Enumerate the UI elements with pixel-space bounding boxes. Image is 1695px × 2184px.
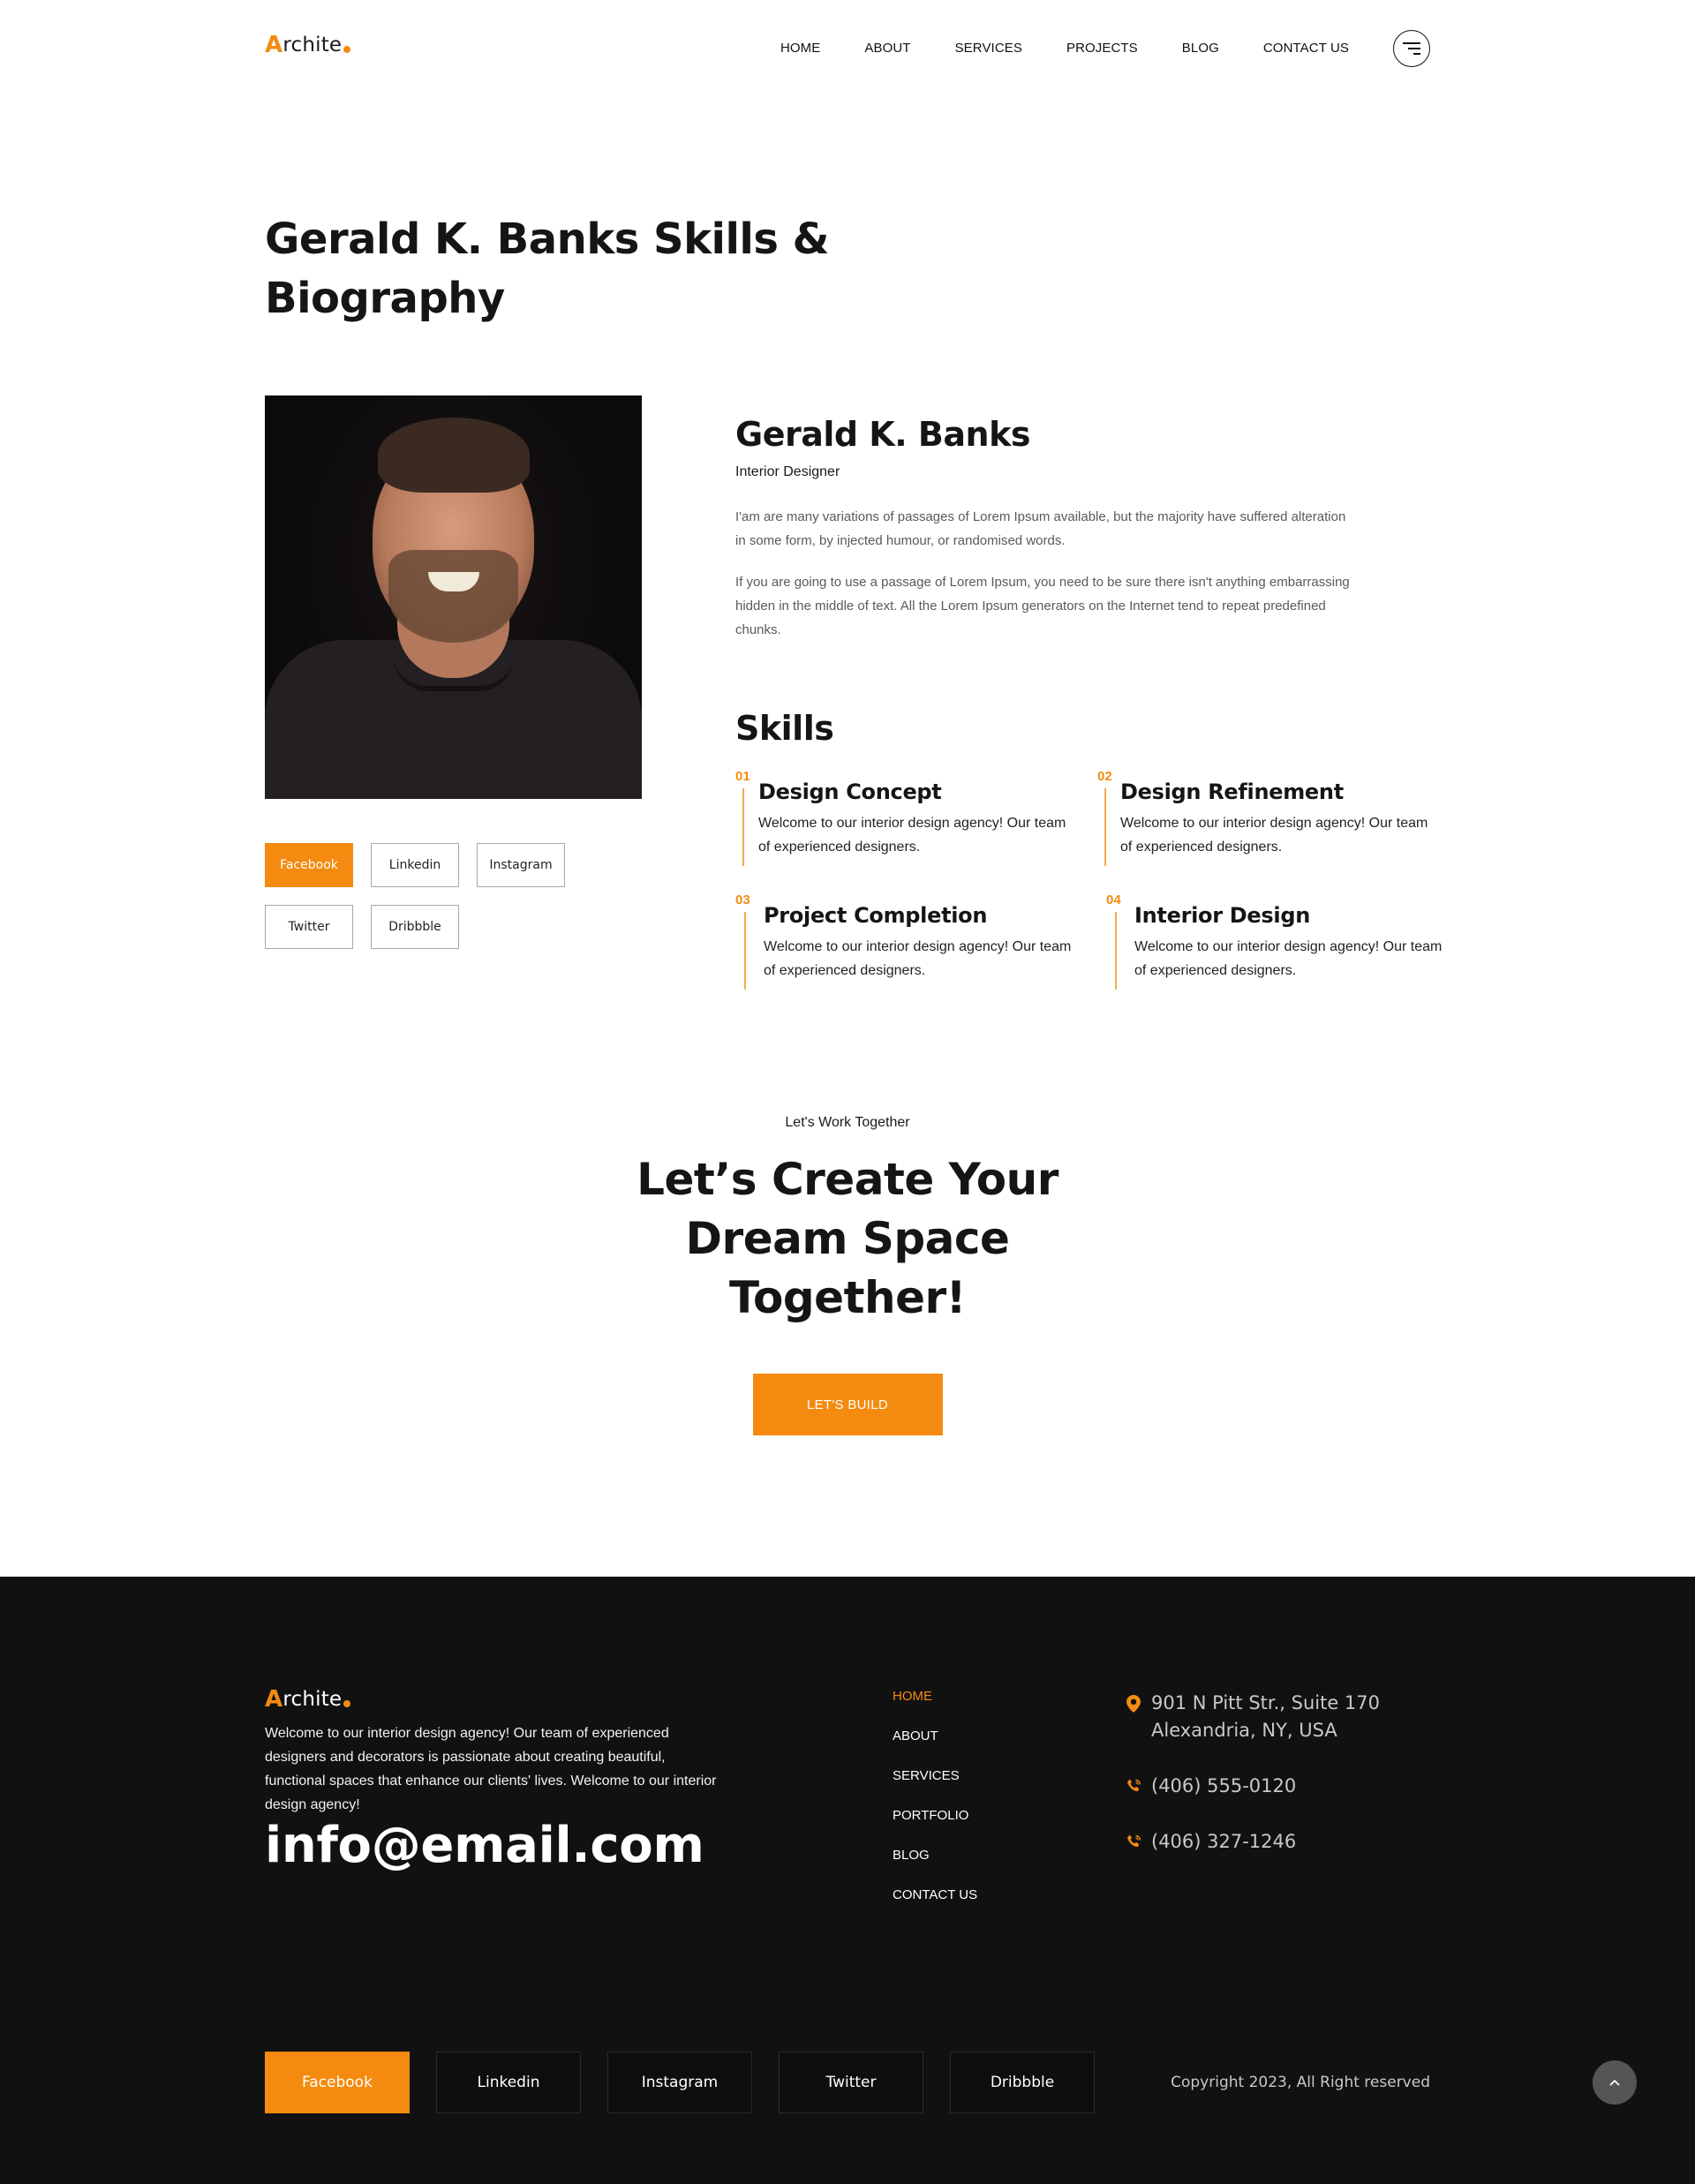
person-role: Interior Designer xyxy=(735,464,840,479)
nav-home[interactable]: HOME xyxy=(780,41,820,56)
back-to-top-button[interactable] xyxy=(1593,2060,1637,2105)
footer-social-dribbble[interactable]: Dribbble xyxy=(950,2052,1095,2113)
contact-phone-1: (406) 555-0120 xyxy=(1126,1773,1380,1800)
nav-blog[interactable]: BLOG xyxy=(1182,41,1219,56)
footer-nav: HOME ABOUT SERVICES PORTFOLIO BLOG CONTA… xyxy=(893,1690,977,1928)
logo-text: rchite xyxy=(282,1688,343,1711)
footer-email-link[interactable]: info@email.com xyxy=(265,1817,704,1874)
bio-right-column: Gerald K. Banks Interior Designer I'am a… xyxy=(735,395,1442,990)
logo-initial: A xyxy=(265,1686,283,1713)
skill-accent-bar xyxy=(1115,912,1117,990)
photo-beard xyxy=(388,550,518,643)
skills-title: Skills xyxy=(735,709,834,748)
nav-about[interactable]: ABOUT xyxy=(864,41,910,56)
social-instagram[interactable]: Instagram xyxy=(477,843,565,887)
contact-phone-2: (406) 327-1246 xyxy=(1126,1828,1380,1856)
footer-bottom: Facebook Linkedin Instagram Twitter Drib… xyxy=(265,2052,1637,2113)
footer-link-blog[interactable]: BLOG xyxy=(893,1849,977,1888)
main-nav: HOME ABOUT SERVICES PROJECTS BLOG CONTAC… xyxy=(736,41,1349,56)
phone-link-1[interactable]: (406) 555-0120 xyxy=(1151,1773,1296,1800)
page-title: Gerald K. Banks Skills & Biography xyxy=(265,215,830,323)
footer-social-links: Facebook Linkedin Instagram Twitter Drib… xyxy=(265,2052,1095,2113)
nav-services[interactable]: SERVICES xyxy=(955,41,1022,56)
phone-link-2[interactable]: (406) 327-1246 xyxy=(1151,1828,1296,1856)
skill-number: 02 xyxy=(1097,769,1112,784)
map-pin-icon xyxy=(1126,1695,1142,1713)
cta-title: Let’s Create Your Dream Space Together! xyxy=(637,1154,1058,1323)
profile-photo xyxy=(265,395,642,799)
skill-number: 01 xyxy=(735,769,750,784)
footer-description: Welcome to our interior design agency! O… xyxy=(265,1726,717,1812)
chevron-up-icon xyxy=(1609,2075,1620,2090)
footer-logo[interactable]: Archite xyxy=(265,1686,742,1713)
profile-social-links: Facebook Linkedin Instagram Twitter Drib… xyxy=(265,843,600,949)
address-text: 901 N Pitt Str., Suite 170 Alexandria, N… xyxy=(1151,1690,1380,1744)
photo-hair xyxy=(378,418,530,493)
bio-section: Facebook Linkedin Instagram Twitter Drib… xyxy=(265,395,1442,990)
lets-build-button[interactable]: LET'S BUILD xyxy=(752,1374,943,1435)
skill-item: 04 Interior Design Welcome to our interi… xyxy=(1106,892,1442,990)
skill-description: Welcome to our interior design agency! O… xyxy=(764,939,1072,978)
footer-link-about[interactable]: ABOUT xyxy=(893,1729,977,1769)
address-line-2: Alexandria, NY, USA xyxy=(1151,1720,1337,1741)
skill-accent-bar xyxy=(742,788,744,866)
photo-neckline xyxy=(393,656,514,691)
footer-about: Archite Welcome to our interior design a… xyxy=(265,1686,742,1981)
social-linkedin[interactable]: Linkedin xyxy=(371,843,459,887)
contact-address: 901 N Pitt Str., Suite 170 Alexandria, N… xyxy=(1126,1690,1380,1744)
bio-paragraph: I'am are many variations of passages of … xyxy=(735,509,1346,548)
skill-accent-bar xyxy=(744,912,746,990)
footer-social-linkedin[interactable]: Linkedin xyxy=(436,2052,581,2113)
cta-kicker: Let's Work Together xyxy=(785,1115,910,1130)
skills-grid: 01 Design Concept Welcome to our interio… xyxy=(735,769,1442,990)
address-line-1: 901 N Pitt Str., Suite 170 xyxy=(1151,1692,1381,1713)
footer-top: Archite Welcome to our interior design a… xyxy=(265,1686,1430,1981)
social-dribbble[interactable]: Dribbble xyxy=(371,905,459,949)
logo-initial: A xyxy=(265,32,283,58)
bio-left-column: Facebook Linkedin Instagram Twitter Drib… xyxy=(265,395,642,983)
footer-social-facebook[interactable]: Facebook xyxy=(265,2052,410,2113)
logo-dot-icon xyxy=(343,46,351,53)
main-content: Gerald K. Banks Skills & Biography Faceb… xyxy=(265,210,1442,1577)
footer-link-contact[interactable]: CONTACT US xyxy=(893,1888,977,1928)
site-header: Archite HOME ABOUT SERVICES PROJECTS BLO… xyxy=(265,0,1430,97)
skill-item: 02 Design Refinement Welcome to our inte… xyxy=(1097,769,1433,866)
skill-name: Interior Design xyxy=(1134,903,1310,928)
logo-dot-icon xyxy=(343,1700,351,1707)
skill-accent-bar xyxy=(1104,788,1106,866)
footer-social-twitter[interactable]: Twitter xyxy=(779,2052,923,2113)
skill-item: 01 Design Concept Welcome to our interio… xyxy=(735,769,1097,866)
nav-projects[interactable]: PROJECTS xyxy=(1066,41,1138,56)
nav-contact[interactable]: CONTACT US xyxy=(1263,41,1349,56)
footer-contact: 901 N Pitt Str., Suite 170 Alexandria, N… xyxy=(1126,1690,1380,1884)
site-footer: Archite Welcome to our interior design a… xyxy=(0,1577,1695,2184)
skill-description: Welcome to our interior design agency! O… xyxy=(1120,816,1428,855)
person-name: Gerald K. Banks xyxy=(735,415,1030,454)
bio-paragraph: If you are going to use a passage of Lor… xyxy=(735,575,1350,637)
menu-lines-icon xyxy=(1403,42,1420,44)
footer-social-instagram[interactable]: Instagram xyxy=(607,2052,752,2113)
skill-number: 03 xyxy=(735,892,750,907)
menu-lines-icon xyxy=(1413,53,1420,55)
skill-item: 03 Project Completion Welcome to our int… xyxy=(735,892,1097,990)
skill-description: Welcome to our interior design agency! O… xyxy=(1134,939,1443,978)
footer-link-home[interactable]: HOME xyxy=(893,1690,977,1729)
skill-name: Design Concept xyxy=(758,779,942,804)
menu-button[interactable] xyxy=(1393,30,1430,67)
social-facebook[interactable]: Facebook xyxy=(265,843,353,887)
logo-text: rchite xyxy=(282,34,343,56)
menu-lines-icon xyxy=(1408,48,1420,49)
skill-number: 04 xyxy=(1106,892,1121,907)
cta-section: Let's Work Together Let’s Create Your Dr… xyxy=(265,1115,1430,1577)
footer-link-services[interactable]: SERVICES xyxy=(893,1769,977,1809)
social-twitter[interactable]: Twitter xyxy=(265,905,353,949)
skill-description: Welcome to our interior design agency! O… xyxy=(758,816,1066,855)
copyright-text: Copyright 2023, All Right reserved xyxy=(1171,2074,1430,2091)
phone-icon xyxy=(1126,1778,1142,1794)
phone-icon xyxy=(1126,1834,1142,1849)
skill-name: Project Completion xyxy=(764,903,988,928)
skill-name: Design Refinement xyxy=(1120,779,1344,804)
footer-link-portfolio[interactable]: PORTFOLIO xyxy=(893,1809,977,1849)
logo[interactable]: Archite xyxy=(265,32,351,58)
